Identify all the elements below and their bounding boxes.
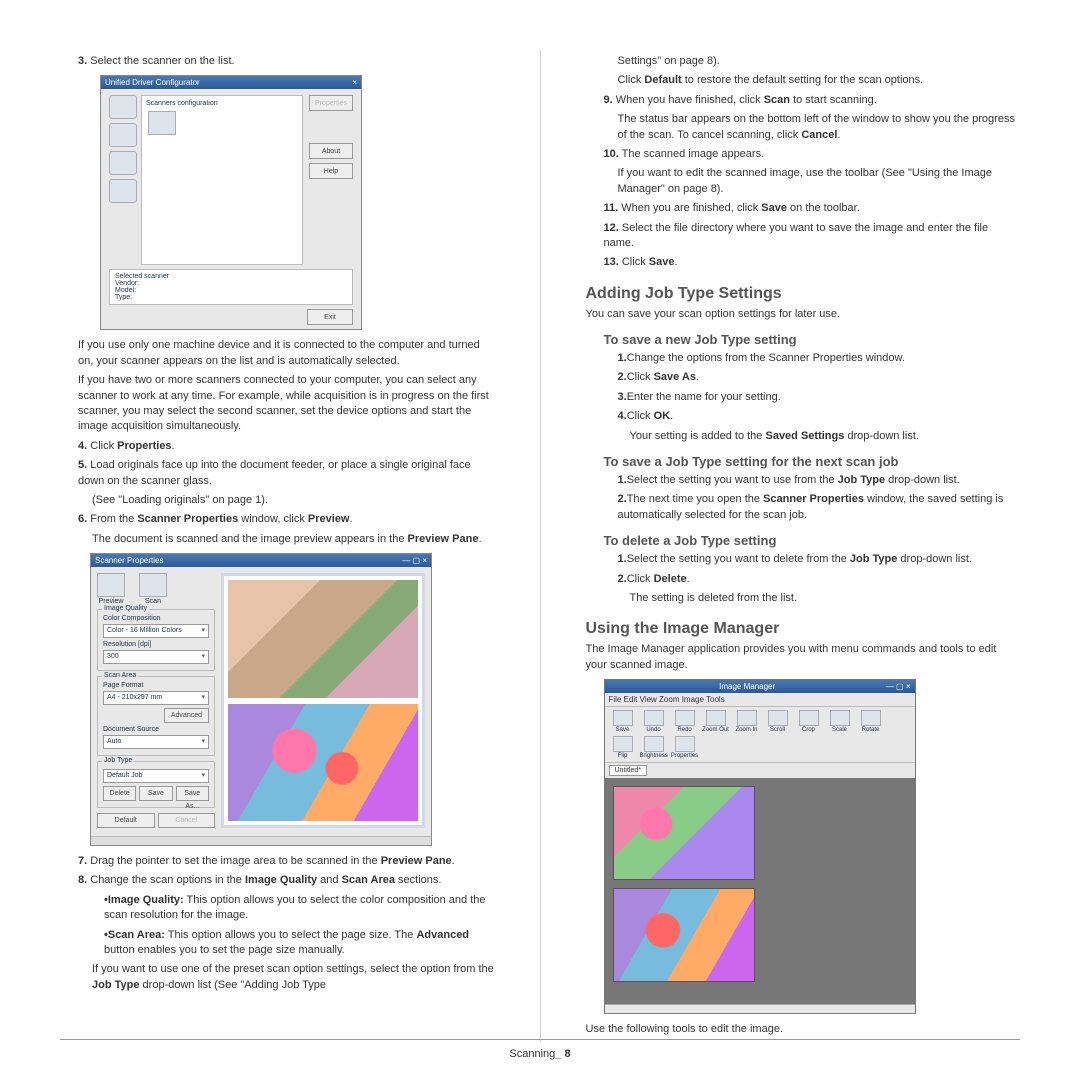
save-as-button[interactable]: Save As...	[176, 786, 209, 801]
step-11: 11. When you are finished, click Save on…	[604, 201, 1021, 216]
tool-scroll[interactable]: Scroll	[764, 710, 792, 733]
tool-zoom-out[interactable]: Zoom Out	[702, 710, 730, 733]
subhead-save-next: To save a Job Type setting for the next …	[604, 454, 1021, 469]
left-column: 3. Select the scanner on the list. Unifi…	[60, 50, 495, 1042]
tool-brightness[interactable]: Brightness	[640, 736, 668, 759]
step-5: 5. Load originals face up into the docum…	[78, 458, 495, 489]
job-type-select[interactable]: Default Job	[103, 769, 209, 783]
step-3: 3. Select the scanner on the list.	[78, 54, 495, 69]
subhead-save-new: To save a new Job Type setting	[604, 332, 1021, 347]
save-button[interactable]: Save	[139, 786, 172, 801]
step-13: 13. Click Save.	[604, 255, 1021, 270]
advanced-button[interactable]: Advanced	[164, 708, 209, 723]
color-comp-select[interactable]: Color - 16 Million Colors	[103, 624, 209, 638]
delete-button[interactable]: Delete	[103, 786, 136, 801]
tool-properties[interactable]: Properties	[671, 736, 699, 759]
subhead-delete: To delete a Job Type setting	[604, 533, 1021, 548]
toolbar: SaveUndoRedoZoom OutZoom InScrollCropSca…	[605, 707, 915, 763]
image-thumb-1[interactable]	[613, 786, 755, 880]
page-footer: Scanning_ 8	[60, 1039, 1020, 1060]
page-format-select[interactable]: A4 - 210x297 mm	[103, 691, 209, 705]
preview-tab[interactable]: Preview	[97, 573, 125, 605]
scan-tab[interactable]: Scan	[139, 573, 167, 605]
step-6: 6. From the Scanner Properties window, c…	[78, 512, 495, 527]
step-9: 9. When you have finished, click Scan to…	[604, 93, 1021, 108]
tool-scale[interactable]: Scale	[826, 710, 854, 733]
default-button[interactable]: Default	[97, 813, 155, 828]
step-7: 7. Drag the pointer to set the image are…	[78, 854, 495, 869]
fig-unified-driver: Unified Driver Configurator× Scanners co…	[100, 75, 362, 330]
about-button[interactable]: About	[309, 143, 353, 159]
para-multi-scanner: If you have two or more scanners connect…	[78, 373, 495, 435]
tool-save[interactable]: Save	[609, 710, 637, 733]
doc-source-select[interactable]: Auto	[103, 735, 209, 749]
column-divider	[540, 50, 541, 1042]
exit-button[interactable]: Exit	[307, 309, 353, 325]
heading-image-manager: Using the Image Manager	[586, 620, 1021, 638]
image-thumb-2[interactable]	[613, 888, 755, 982]
properties-button[interactable]: Properties	[309, 95, 353, 111]
right-column: Settings" on page 8). Click Default to r…	[586, 50, 1021, 1042]
step-4: 4. Click Properties.	[78, 439, 495, 454]
help-button[interactable]: Help	[309, 163, 353, 179]
tool-crop[interactable]: Crop	[795, 710, 823, 733]
tool-rotate[interactable]: Rotate	[857, 710, 885, 733]
preview-pane[interactable]	[221, 573, 425, 828]
menu-bar[interactable]: File Edit View Zoom Image Tools	[605, 693, 915, 707]
step-10: 10. The scanned image appears.	[604, 147, 1021, 162]
fig-scanner-properties: Scanner Properties— ▢ × Preview Scan Ima…	[90, 553, 432, 846]
tool-zoom-in[interactable]: Zoom In	[733, 710, 761, 733]
step-8: 8. Change the scan options in the Image …	[78, 873, 495, 888]
tool-undo[interactable]: Undo	[640, 710, 668, 733]
fig-image-manager: Image Manager— ▢ × File Edit View Zoom I…	[604, 679, 916, 1014]
step-12: 12. Select the file directory where you …	[604, 221, 1021, 252]
heading-adding-job-type: Adding Job Type Settings	[586, 285, 1021, 303]
cancel-button[interactable]: Cancel	[158, 813, 216, 828]
document-tab[interactable]: Untitled*	[609, 765, 647, 776]
para-single-device: If you use only one machine device and i…	[78, 338, 495, 369]
resolution-select[interactable]: 300	[103, 650, 209, 664]
tool-redo[interactable]: Redo	[671, 710, 699, 733]
tool-flip[interactable]: Flip	[609, 736, 637, 759]
